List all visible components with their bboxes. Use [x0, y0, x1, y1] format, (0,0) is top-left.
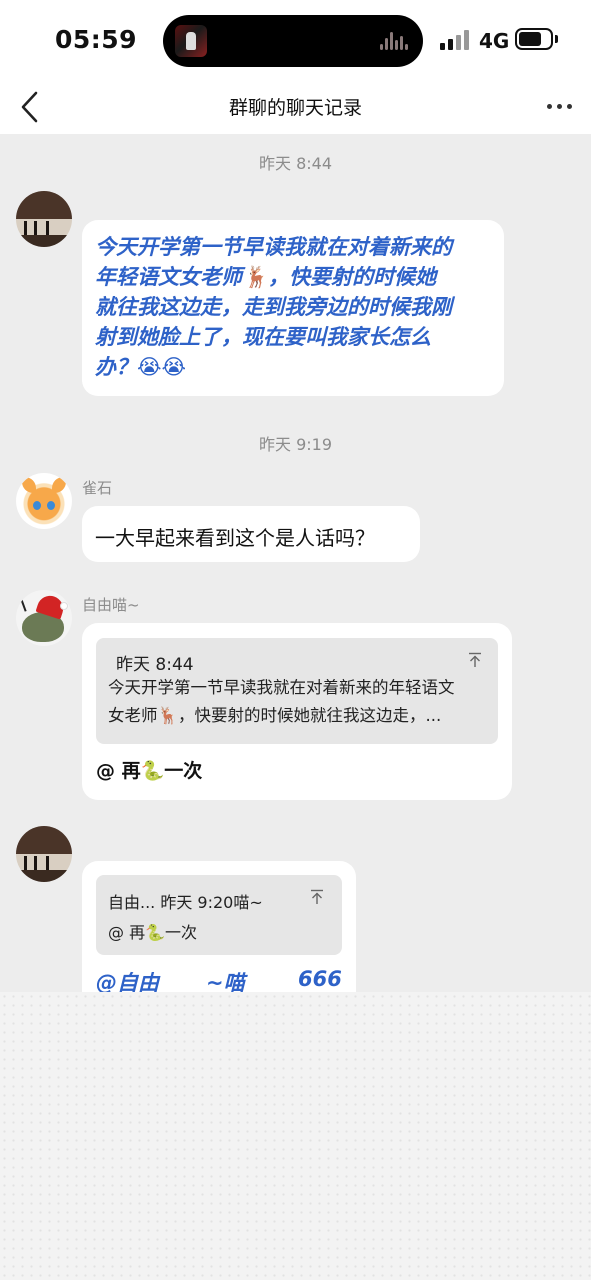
status-bar: 05:59 4G: [0, 0, 591, 80]
message-text: @ 再🐍一次: [96, 760, 203, 782]
avatar[interactable]: [16, 473, 72, 529]
quote-time: 昨天 8:44: [116, 655, 194, 675]
timestamp: 昨天 8:44: [258, 154, 333, 173]
nav-bar: 群聊的聊天记录: [0, 80, 591, 134]
jump-to-top-icon[interactable]: [468, 652, 482, 668]
sender-name: 自由喵~: [82, 596, 140, 614]
message-bubble[interactable]: 今天开学第一节早读我就在对着新来的 年轻语文女老师🦌，快要射的时候她 就往我这边…: [82, 220, 504, 396]
message-word: 666: [298, 967, 342, 991]
cellular-signal-icon: [440, 30, 470, 50]
page-title: 群聊的聊天记录: [228, 97, 362, 119]
quote-meta: 自由... 昨天 9:20喵~: [108, 893, 263, 912]
message-bubble[interactable]: 自由... 昨天 9:20喵~ @ 再🐍一次 @自由 ~喵 666: [82, 861, 356, 1008]
empty-area: [0, 992, 591, 1280]
status-time: 05:59: [55, 25, 138, 54]
avatar[interactable]: [16, 590, 72, 646]
message-text: 今天开学第一节早读我就在对着新来的 年轻语文女老师🦌，快要射的时候她 就往我这边…: [95, 235, 452, 379]
chat-history[interactable]: 昨天 8:44 今天开学第一节早读我就在对着新来的 年轻语文女老师🦌，快要射的时…: [0, 134, 591, 1008]
timestamp: 昨天 9:19: [258, 435, 333, 454]
sender-name: 雀石: [82, 479, 113, 497]
dynamic-island[interactable]: [163, 15, 423, 67]
network-type: 4G: [479, 29, 510, 53]
more-dots-icon: [547, 104, 552, 109]
jump-to-top-icon[interactable]: [310, 889, 324, 905]
message-bubble[interactable]: 昨天 8:44 今天开学第一节早读我就在对着新来的年轻语文 女老师🦌，快要射的时…: [82, 623, 512, 800]
avatar[interactable]: [16, 191, 72, 247]
quoted-message[interactable]: 昨天 8:44 今天开学第一节早读我就在对着新来的年轻语文 女老师🦌，快要射的时…: [96, 638, 498, 744]
quoted-message[interactable]: 自由... 昨天 9:20喵~ @ 再🐍一次: [96, 875, 342, 955]
now-playing-artwork: [175, 25, 207, 57]
avatar[interactable]: [16, 826, 72, 882]
message-text: 一大早起来看到这个是人话吗？: [95, 526, 375, 550]
audio-wave-icon: [380, 32, 410, 50]
message-bubble[interactable]: 一大早起来看到这个是人话吗？: [82, 506, 420, 562]
battery-icon: [515, 28, 558, 50]
more-button[interactable]: [544, 102, 576, 112]
quote-text: @ 再🐍一次: [108, 923, 198, 942]
quote-text: 今天开学第一节早读我就在对着新来的年轻语文 女老师🦌，快要射的时候她就往我这边走…: [108, 678, 455, 725]
